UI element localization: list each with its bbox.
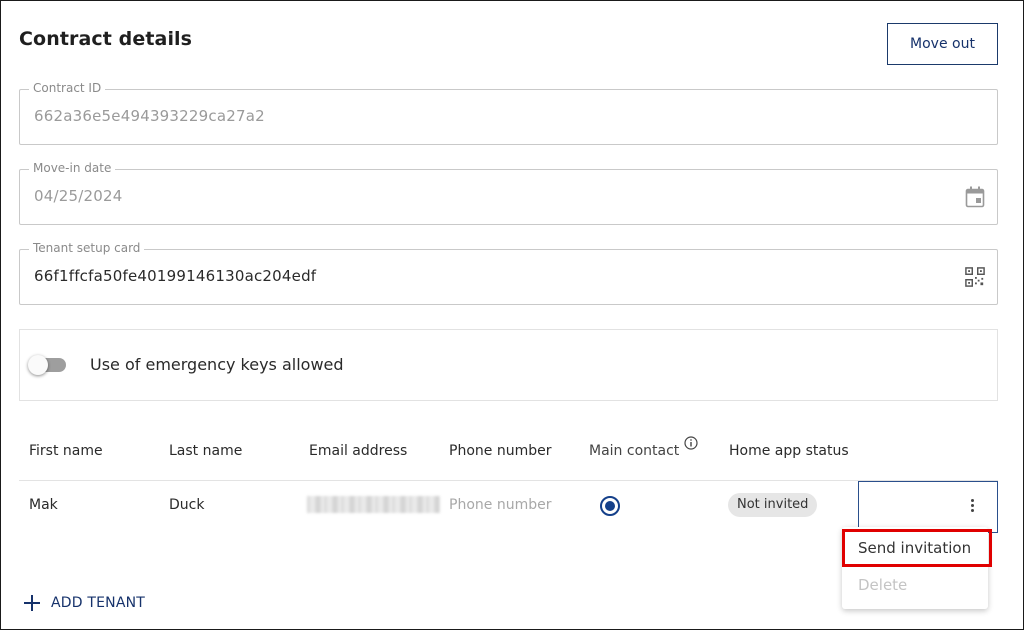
cell-first-name: Mak [29, 497, 58, 513]
emergency-keys-section: Use of emergency keys allowed [19, 329, 998, 401]
row-actions-menu: Send invitation Delete [842, 527, 992, 609]
tenant-setup-card-value: 66f1ffcfa50fe40199146130ac204edf [34, 267, 317, 285]
header-first-name: First name [29, 443, 103, 459]
cell-last-name: Duck [169, 497, 205, 513]
radio-selected-dot [605, 501, 615, 511]
move-in-date-label: Move-in date [29, 161, 116, 175]
contract-id-value: 662a36e5e494393229ca27a2 [34, 107, 265, 125]
add-tenant-button[interactable]: ADD TENANT [24, 593, 145, 613]
more-vert-icon[interactable] [966, 498, 978, 516]
table-divider [19, 480, 998, 481]
calendar-icon[interactable] [965, 186, 985, 208]
status-badge: Not invited [728, 493, 818, 517]
qr-code-icon[interactable] [965, 266, 985, 288]
move-in-date-value: 04/25/2024 [34, 187, 123, 205]
main-contact-radio[interactable] [600, 496, 620, 516]
contract-id-label: Contract ID [29, 81, 106, 95]
page-title: Contract details [19, 28, 193, 50]
move-in-date-field[interactable]: Move-in date 04/25/2024 [19, 161, 998, 225]
add-tenant-label: ADD TENANT [51, 595, 146, 611]
header-email-address: Email address [309, 443, 408, 459]
tenant-setup-card-field[interactable]: Tenant setup card 66f1ffcfa50fe401991461… [19, 241, 998, 305]
header-home-app-status: Home app status [729, 443, 849, 459]
header-last-name: Last name [169, 443, 243, 459]
plus-icon [24, 595, 40, 611]
info-icon[interactable] [684, 436, 698, 450]
emergency-keys-toggle-thumb[interactable] [28, 355, 48, 375]
cell-email-redacted [307, 496, 440, 513]
menu-item-send-invitation[interactable]: Send invitation [842, 529, 992, 567]
tenant-setup-card-label: Tenant setup card [29, 241, 145, 255]
emergency-keys-label: Use of emergency keys allowed [90, 355, 344, 374]
contract-id-field[interactable]: Contract ID 662a36e5e494393229ca27a2 [19, 81, 998, 145]
header-phone-number: Phone number [449, 443, 552, 459]
move-out-button[interactable]: Move out [887, 23, 998, 65]
header-main-contact: Main contact [589, 443, 680, 459]
menu-item-delete[interactable]: Delete [842, 567, 988, 603]
phone-number-input[interactable] [449, 494, 569, 516]
